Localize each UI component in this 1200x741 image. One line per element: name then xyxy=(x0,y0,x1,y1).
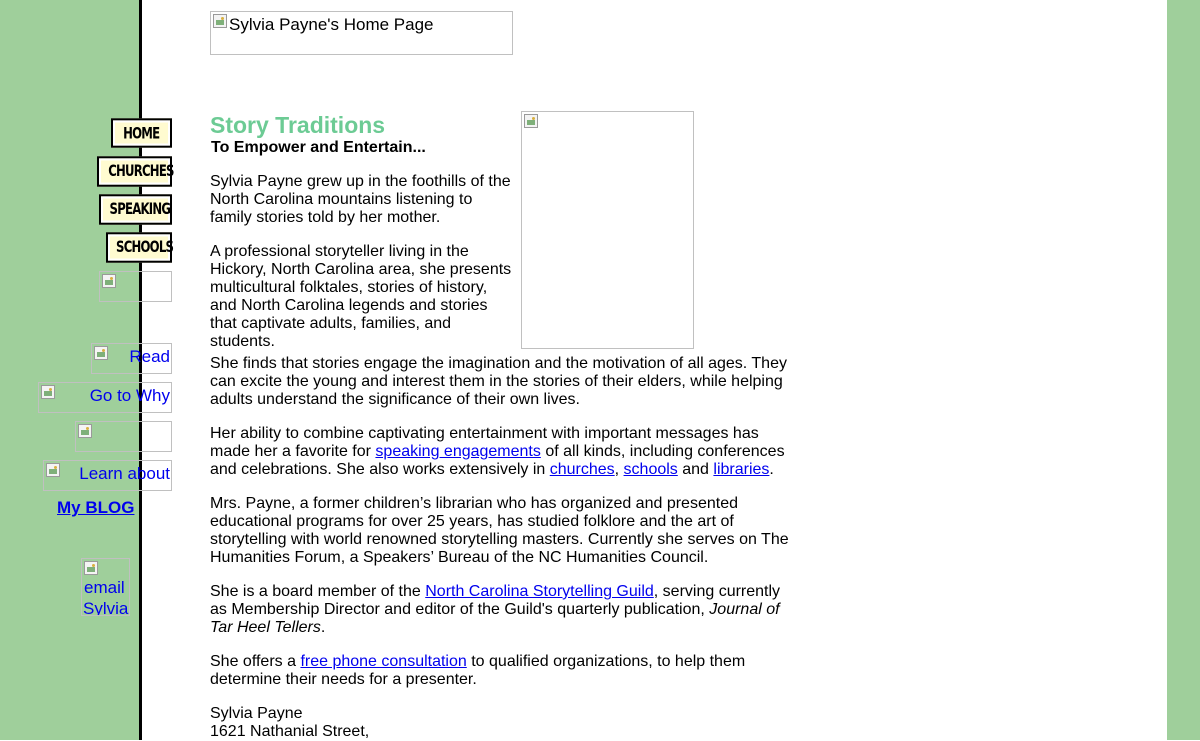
broken-image-icon xyxy=(46,463,60,477)
broken-image-icon xyxy=(94,346,108,360)
right-margin-background xyxy=(1167,0,1200,740)
nc-storytelling-guild-link[interactable]: North Carolina Storytelling Guild xyxy=(425,583,654,600)
nav-schools-label: SCHOOLS xyxy=(116,237,174,257)
consultation-paragraph: She offers a free phone consultation to … xyxy=(210,653,746,688)
address-street: 1621 Nathanial Street, xyxy=(210,723,370,740)
sidebar-image-2[interactable] xyxy=(75,421,172,452)
broken-image-icon xyxy=(102,274,116,288)
learn-about-link-image[interactable]: Learn about xyxy=(43,460,172,491)
speaking-engagements-link[interactable]: speaking engagements xyxy=(375,443,540,460)
broken-image-icon xyxy=(84,561,98,575)
sylvia-photo xyxy=(521,111,694,349)
nav-churches-label: CHURCHES xyxy=(108,161,174,181)
ability-paragraph: Her ability to combine captivating enter… xyxy=(210,425,785,478)
address-name: Sylvia Payne xyxy=(210,705,303,722)
header-banner-alt: Sylvia Payne's Home Page xyxy=(229,15,434,34)
sidebar-image-1[interactable] xyxy=(99,271,172,302)
learn-about-link-alt[interactable]: Learn about xyxy=(79,464,170,484)
header-banner-image: Sylvia Payne's Home Page xyxy=(210,11,513,55)
my-blog-link[interactable]: My BLOG xyxy=(57,498,134,518)
page-title: Story Traditions xyxy=(210,112,386,138)
guild-paragraph: She is a board member of the North Carol… xyxy=(210,583,781,636)
nav-schools-button[interactable]: SCHOOLS xyxy=(106,232,174,263)
librarian-paragraph: Mrs. Payne, a former children’s libraria… xyxy=(210,495,789,566)
broken-image-icon xyxy=(78,424,92,438)
nav-home-label: HOME xyxy=(123,123,160,143)
email-alt-line2[interactable]: Sylvia! xyxy=(83,599,129,615)
intro-paragraph: Sylvia Payne grew up in the foothills of… xyxy=(210,173,511,226)
nav-churches-button[interactable]: CHURCHES xyxy=(97,156,174,187)
email-sylvia-image[interactable]: email Sylvia! xyxy=(81,558,130,616)
stories-engage-paragraph: She finds that stories engage the imagin… xyxy=(210,355,787,408)
nav-speaking-label: SPEAKING xyxy=(109,199,171,219)
broken-image-icon xyxy=(524,114,538,128)
schools-link[interactable]: schools xyxy=(624,461,678,478)
free-phone-consultation-link[interactable]: free phone consultation xyxy=(300,653,466,670)
read-link-image[interactable]: Read xyxy=(91,343,172,374)
read-link-alt[interactable]: Read xyxy=(129,347,170,367)
broken-image-icon xyxy=(213,14,227,28)
page-subtitle: To Empower and Entertain... xyxy=(211,139,426,156)
nav-home-button[interactable]: HOME xyxy=(111,118,172,148)
libraries-link[interactable]: libraries xyxy=(713,461,769,478)
nav-speaking-button[interactable]: SPEAKING xyxy=(99,194,172,225)
professional-paragraph: A professional storyteller living in the… xyxy=(210,243,512,350)
email-alt-line1[interactable]: email xyxy=(84,578,125,598)
why-storytelling-link-alt[interactable]: Go to Why xyxy=(90,386,170,406)
churches-link[interactable]: churches xyxy=(550,461,615,478)
why-storytelling-link-image[interactable]: Go to Why xyxy=(38,382,172,413)
broken-image-icon xyxy=(41,385,55,399)
